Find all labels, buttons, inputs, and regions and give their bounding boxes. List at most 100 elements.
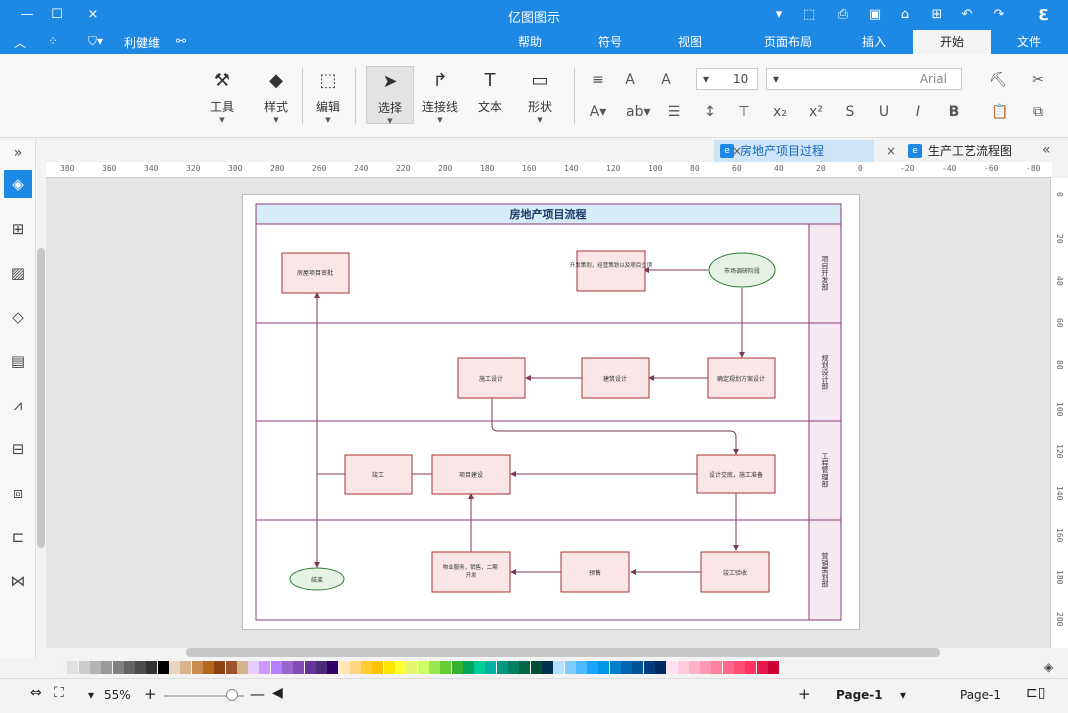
paste-icon[interactable]: 📋 [990,102,1010,122]
color-swatch[interactable] [666,661,678,674]
edit-button[interactable]: ⬚ 编辑 ▼ [306,66,350,124]
chevron-down-icon[interactable]: ▾ [88,688,94,702]
minimize-icon[interactable]: — [18,6,36,24]
color-swatch[interactable] [372,661,384,674]
superscript-icon[interactable]: x² [806,102,826,122]
color-swatch[interactable] [56,661,67,674]
fill-icon[interactable]: ◈ [4,170,32,198]
color-swatch[interactable] [417,661,429,674]
color-swatch[interactable] [700,661,712,674]
color-swatch[interactable] [621,661,632,674]
color-swatch[interactable] [383,661,395,674]
shirt-icon[interactable]: ⛉▾ [88,34,103,49]
image-icon[interactable]: ▨ [7,262,29,284]
zoom-out-icon[interactable]: — [250,685,265,703]
color-swatch[interactable] [123,661,135,674]
color-swatch[interactable] [112,661,124,674]
color-swatch[interactable] [541,661,553,674]
italic-icon[interactable]: I [908,102,928,122]
tab-symbols[interactable]: 符号 [580,30,640,54]
shape-button[interactable]: ▭ 形状 ▼ [518,66,562,124]
color-swatch[interactable] [101,661,113,674]
color-swatch[interactable] [654,661,666,674]
color-swatch[interactable] [395,661,406,674]
close-icon[interactable]: × [732,140,742,162]
color-swatch[interactable] [67,661,79,674]
font-grow-icon[interactable]: A [656,70,676,90]
color-swatch[interactable] [202,661,214,674]
color-swatch[interactable] [361,661,373,674]
chevron-down-icon[interactable]: ▾ [900,688,906,702]
fit-page-icon[interactable]: ⇔ [30,685,42,701]
format-painter-icon[interactable]: ⛏ [988,70,1008,90]
color-swatch[interactable] [191,661,203,674]
color-swatch[interactable] [236,661,248,674]
color-swatch[interactable] [756,661,768,674]
redo-icon[interactable]: ↷ [990,6,1008,24]
color-swatch[interactable] [474,661,486,674]
tab-file[interactable]: 文件 [990,30,1068,54]
align-icon[interactable]: ≡ [588,70,608,90]
text-button[interactable]: T 文本 [468,66,512,124]
color-swatch[interactable] [349,661,361,674]
subscript-icon[interactable]: x₂ [770,102,790,122]
color-swatch[interactable] [530,661,542,674]
color-swatch[interactable] [214,661,226,674]
color-swatch[interactable] [282,661,293,674]
canvas-horizontal-scrollbar[interactable] [186,648,940,657]
color-swatch[interactable] [767,661,779,674]
color-swatch[interactable] [677,661,689,674]
tab-home[interactable]: 开始 [913,30,991,54]
share-icon[interactable]: ⚯ [176,34,186,48]
tab-view[interactable]: 视图 [660,30,720,54]
zoom-slider-thumb[interactable] [226,689,238,701]
color-swatch[interactable] [496,661,508,674]
color-swatch[interactable] [440,661,452,674]
color-swatch[interactable] [293,661,305,674]
text-align-icon[interactable]: ⊤ [734,102,754,122]
color-swatch[interactable] [225,661,237,674]
list-icon[interactable]: ☰ [664,102,684,122]
color-swatch[interactable] [89,661,101,674]
color-swatch[interactable] [146,661,158,674]
color-swatch[interactable] [304,661,316,674]
color-swatch[interactable] [688,661,700,674]
color-swatch[interactable] [643,661,655,674]
page-selector[interactable]: Page-1 [960,688,1001,702]
connector-button[interactable]: ↱ 连接线 ▼ [418,66,462,124]
cut-icon[interactable]: ✂ [1028,70,1048,90]
color-swatch[interactable] [406,661,418,674]
new-icon[interactable]: ⊞ [928,6,946,24]
dropdown-icon[interactable]: ▾ [770,6,788,24]
color-swatch[interactable] [553,661,565,674]
color-swatch[interactable] [734,661,745,674]
page-tab[interactable]: Page-1 [836,688,883,702]
add-page-icon[interactable]: + [798,685,811,703]
zoom-in-icon[interactable]: + [144,685,157,703]
close-icon[interactable]: × [84,6,102,24]
color-swatch[interactable] [564,661,576,674]
color-swatch[interactable] [711,661,723,674]
fullscreen-icon[interactable]: ⛶ [54,685,64,701]
maximize-icon[interactable]: ☐ [48,6,66,24]
color-swatch[interactable] [135,661,147,674]
line-spacing-icon[interactable]: ↕ [700,102,720,122]
mindmap-icon[interactable]: ⋈ [7,570,29,592]
select-button[interactable]: ➤ 选择 ▼ [366,66,414,125]
color-swatch[interactable] [169,661,180,674]
color-swatch[interactable] [598,661,610,674]
color-swatch[interactable] [722,661,734,674]
drawing-canvas[interactable]: 房地产项目流程 项目开发部 规划设计部 工程管理部 营销策划部 市场调研阶段 开… [46,178,1050,648]
style-button[interactable]: ◆ 样式 ▼ [254,66,298,124]
strikethrough-icon[interactable]: S [840,102,860,122]
tools-button[interactable]: ⚒ 工具 ▼ [200,66,244,124]
color-swatch[interactable] [270,661,282,674]
color-swatch[interactable] [519,661,531,674]
save-icon[interactable]: ▣ [866,6,884,24]
print-icon[interactable]: ⎙ [834,6,852,24]
color-swatch[interactable] [508,661,519,674]
underline-icon[interactable]: U [874,102,894,122]
gallery-icon[interactable]: ⧈ [7,482,29,504]
page-panel-icon[interactable]: ⊏▯ [1026,685,1045,701]
diagram-page[interactable]: 房地产项目流程 项目开发部 规划设计部 工程管理部 营销策划部 市场调研阶段 开… [242,194,860,630]
